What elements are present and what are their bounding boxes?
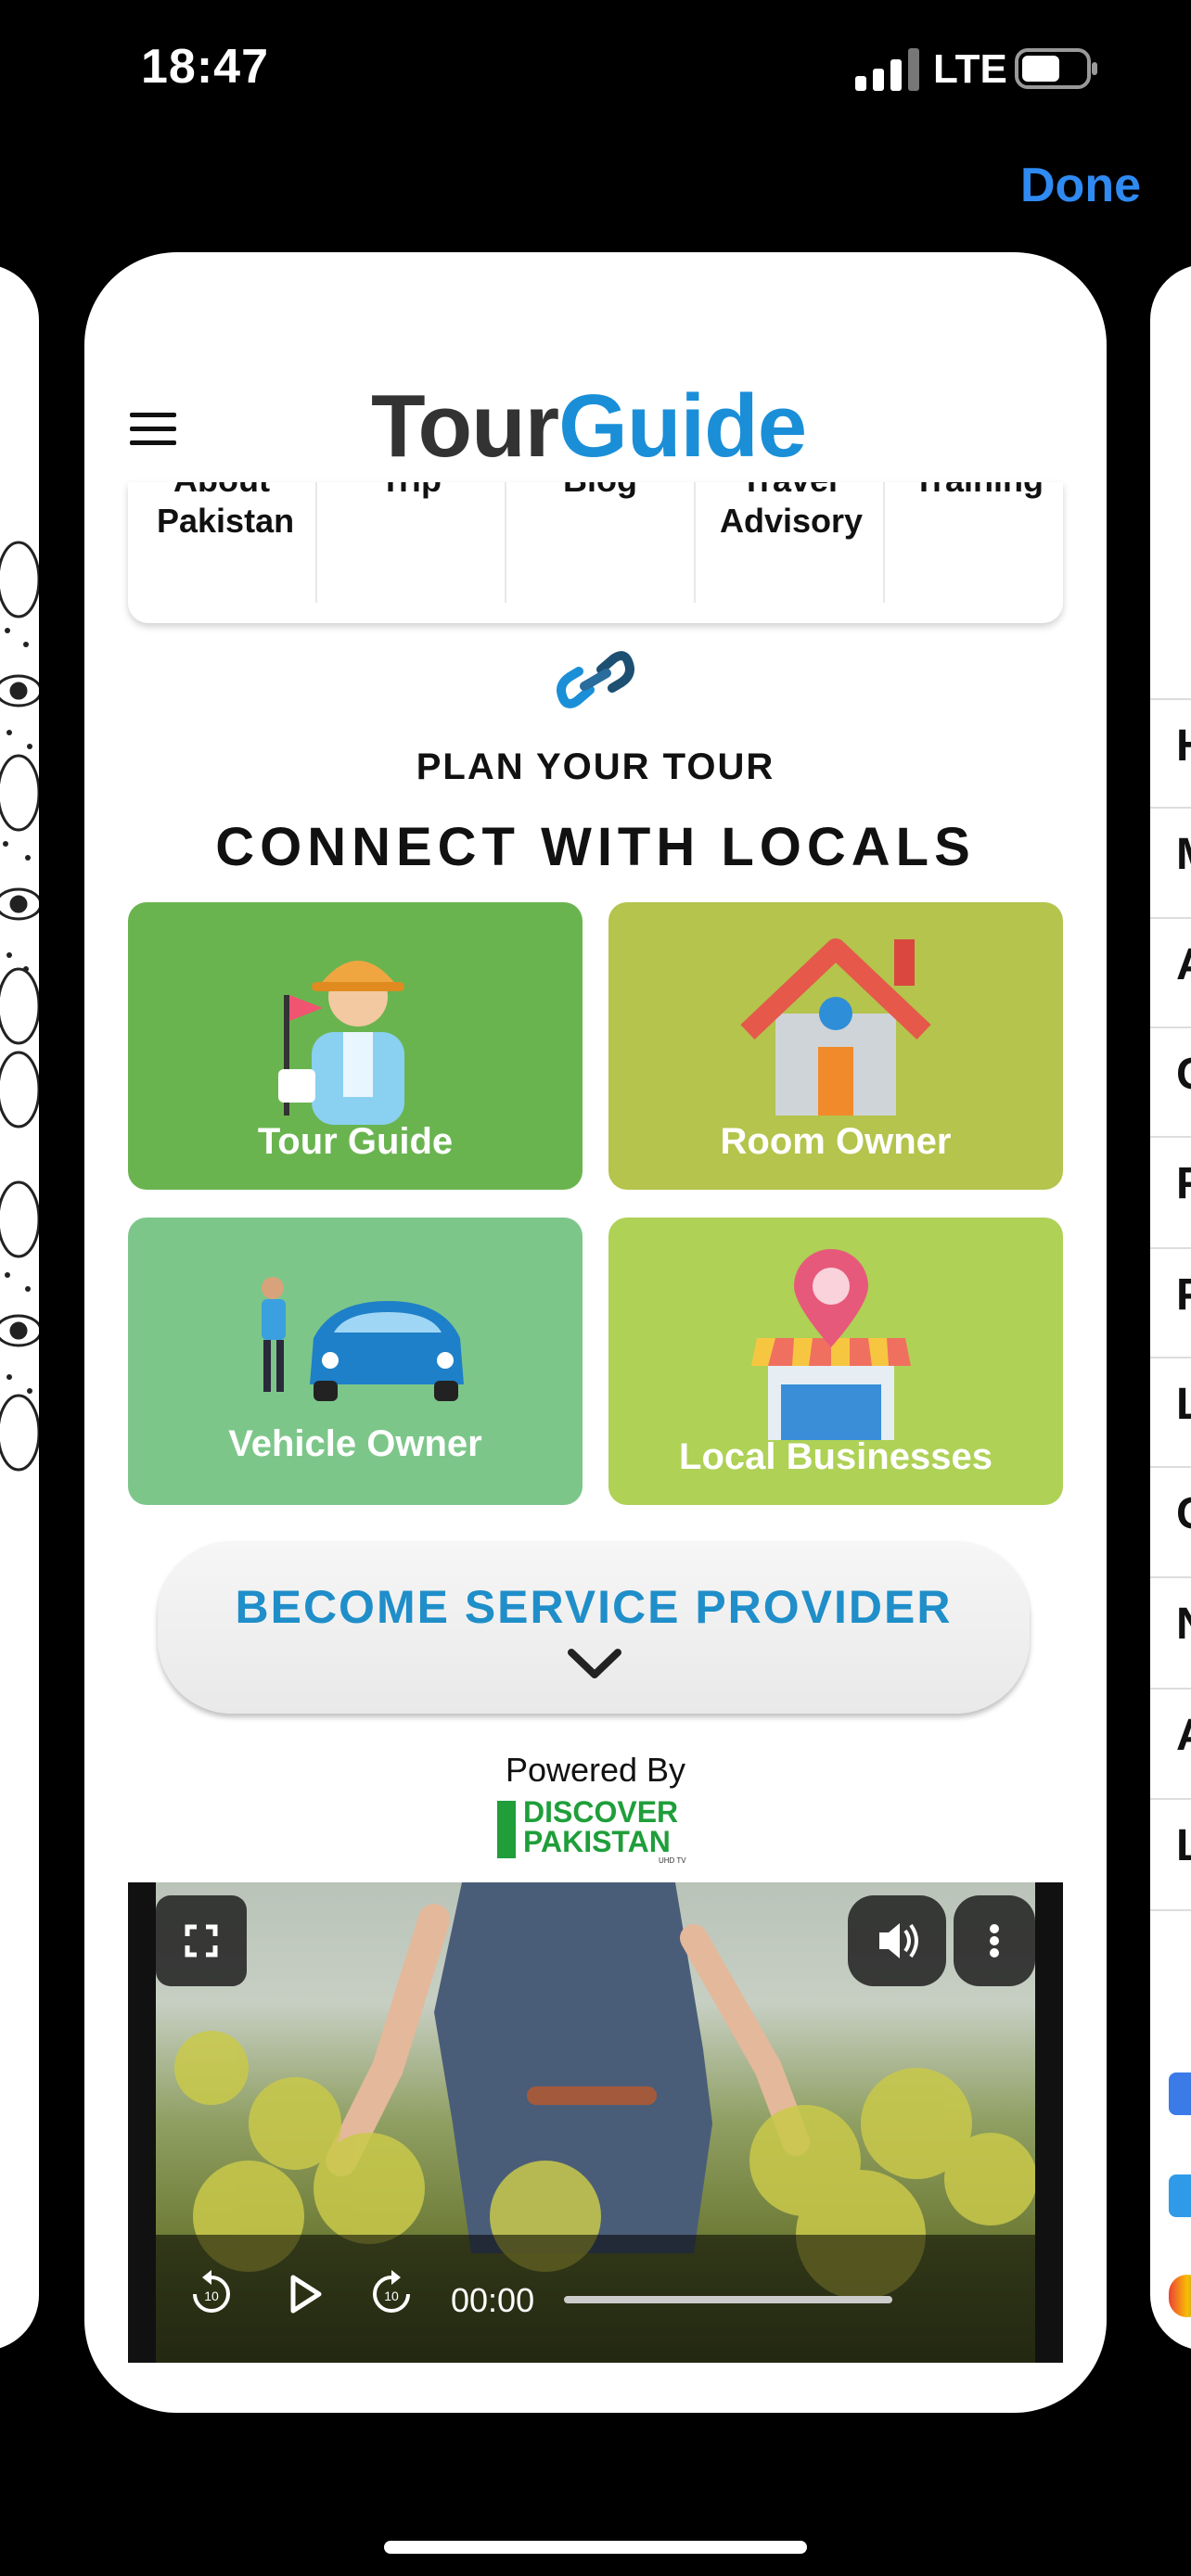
app-icon (1169, 2072, 1191, 2115)
fullscreen-icon (185, 1924, 218, 1958)
tour-guide-icon (278, 961, 404, 1125)
app-icon (1169, 2174, 1191, 2217)
fullscreen-button[interactable] (156, 1895, 247, 1986)
shop-location-icon (751, 1249, 911, 1440)
status-time: 18:47 (141, 40, 269, 94)
car-icon (262, 1277, 464, 1401)
volume-button[interactable] (848, 1895, 946, 1986)
chevron-down-icon (568, 1649, 621, 1678)
nav-item-travel-advisory[interactable]: Travel Advisory (696, 482, 885, 603)
more-options-button[interactable] (954, 1895, 1035, 1986)
home-indicator[interactable] (384, 2541, 807, 2554)
video-time: 00:00 (451, 2281, 535, 2319)
nav-item-about-pakistan[interactable]: About Pakistan (128, 482, 317, 603)
chrome-icon (1169, 2275, 1191, 2317)
tile-label: Vehicle Owner (228, 1423, 482, 1464)
become-service-provider-button[interactable]: BECOME SERVICE PROVIDER (158, 1541, 1030, 1714)
brand-line-2: PAKISTAN (523, 1825, 671, 1858)
powered-by-label: Powered By (505, 1751, 686, 1789)
battery-icon (1015, 48, 1097, 89)
more-vertical-icon (990, 1924, 999, 1958)
section-subtitle: PLAN YOUR TOUR (416, 746, 775, 787)
previous-tab-card[interactable] (0, 264, 39, 2351)
tile-local-businesses[interactable]: Local Businesses (608, 1218, 1063, 1505)
forward-10-icon[interactable]: 10 (364, 2266, 419, 2322)
cellular-signal-icon (855, 48, 919, 91)
rewind-10-icon[interactable]: 10 (184, 2266, 239, 2322)
become-provider-label: BECOME SERVICE PROVIDER (235, 1581, 953, 1633)
list-item-letter: P (1176, 1269, 1191, 1320)
menu-icon[interactable] (130, 413, 176, 446)
logo-tour: Tour (371, 376, 559, 476)
svg-text:10: 10 (204, 2289, 219, 2303)
next-tab-card[interactable]: H M A C F P L C N A L (1150, 264, 1191, 2351)
nav-item-trip[interactable]: Trip (317, 482, 506, 603)
nav-menu: About Pakistan Trip Blog Travel Advisory… (128, 482, 1063, 623)
list-item-letter: L (1176, 1821, 1191, 1870)
tile-vehicle-owner[interactable]: Vehicle Owner (128, 1218, 583, 1505)
nav-item-blog[interactable]: Blog (506, 482, 696, 603)
logo-guide: Guide (558, 376, 807, 476)
tile-label: Room Owner (720, 1121, 952, 1162)
tile-label: Local Businesses (679, 1436, 992, 1477)
house-icon (740, 938, 931, 1116)
tile-label: Tour Guide (257, 1121, 454, 1162)
play-icon[interactable] (276, 2266, 332, 2322)
done-button[interactable]: Done (1020, 158, 1141, 213)
nav-item-training[interactable]: Training (885, 482, 1063, 603)
video-progress-bar[interactable] (564, 2296, 892, 2303)
brand-line-1: DISCOVER (523, 1795, 679, 1829)
section-title: CONNECT WITH LOCALS (215, 817, 976, 877)
tourguide-logo[interactable]: TourGuide (371, 376, 807, 478)
list-item-letter: N (1176, 1599, 1191, 1650)
speaker-icon (879, 1923, 918, 1958)
decorative-pattern (0, 541, 39, 1472)
list-item-letter: C (1176, 1049, 1191, 1100)
svg-text:10: 10 (384, 2289, 399, 2303)
list-item-letter: A (1176, 939, 1191, 990)
list-item-letter: F (1176, 1159, 1191, 1208)
video-player[interactable]: 10 10 00:00 (128, 1882, 1063, 2363)
tile-room-owner[interactable]: Room Owner (608, 902, 1063, 1190)
link-chain-icon (557, 651, 634, 708)
brand-sub: UHD TV (659, 1856, 686, 1865)
list-item-letter: L (1176, 1380, 1191, 1429)
tile-tour-guide[interactable]: Tour Guide (128, 902, 583, 1190)
discover-pakistan-logo[interactable]: DISCOVER PAKISTAN UHD TV (497, 1795, 696, 1865)
list-item-letter: C (1176, 1488, 1191, 1539)
network-type: LTE (933, 46, 1007, 92)
